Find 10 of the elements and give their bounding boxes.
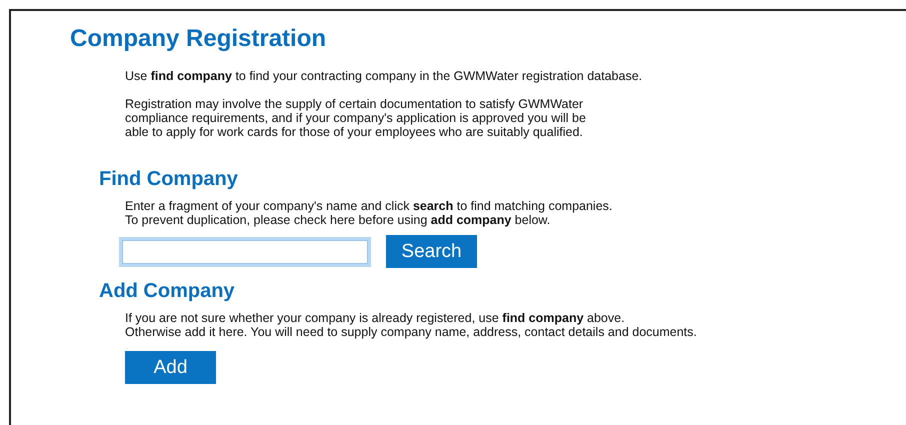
intro-paragraph: Registration may involve the supply of certain documentation to satisfy GWMWater compliance requirements, and if your company's application is approved you will be able to apply for work cards for those of your employees who are suitably qualified. — [125, 97, 587, 139]
add-button[interactable]: Add — [125, 351, 216, 384]
section-heading: Add Company — [99, 280, 236, 303]
instruction-text: Enter a fragment of your company's name and click search to find matching companies. To prevent duplication, please check here before using add company below. — [125, 199, 614, 227]
instruction-text: If you are not sure whether your company is already registered, use find company above. Otherwise add it here. You will need to supply company name, address, contact details and documents. — [125, 311, 698, 339]
search-field[interactable] — [122, 240, 368, 264]
search-button[interactable]: Search — [386, 235, 477, 268]
page-title: Company Registration — [70, 25, 328, 53]
section-heading: Find Company — [99, 168, 239, 191]
intro-paragraph: Use find company to find your contracting company in the GWMWater registration database. — [125, 69, 644, 83]
